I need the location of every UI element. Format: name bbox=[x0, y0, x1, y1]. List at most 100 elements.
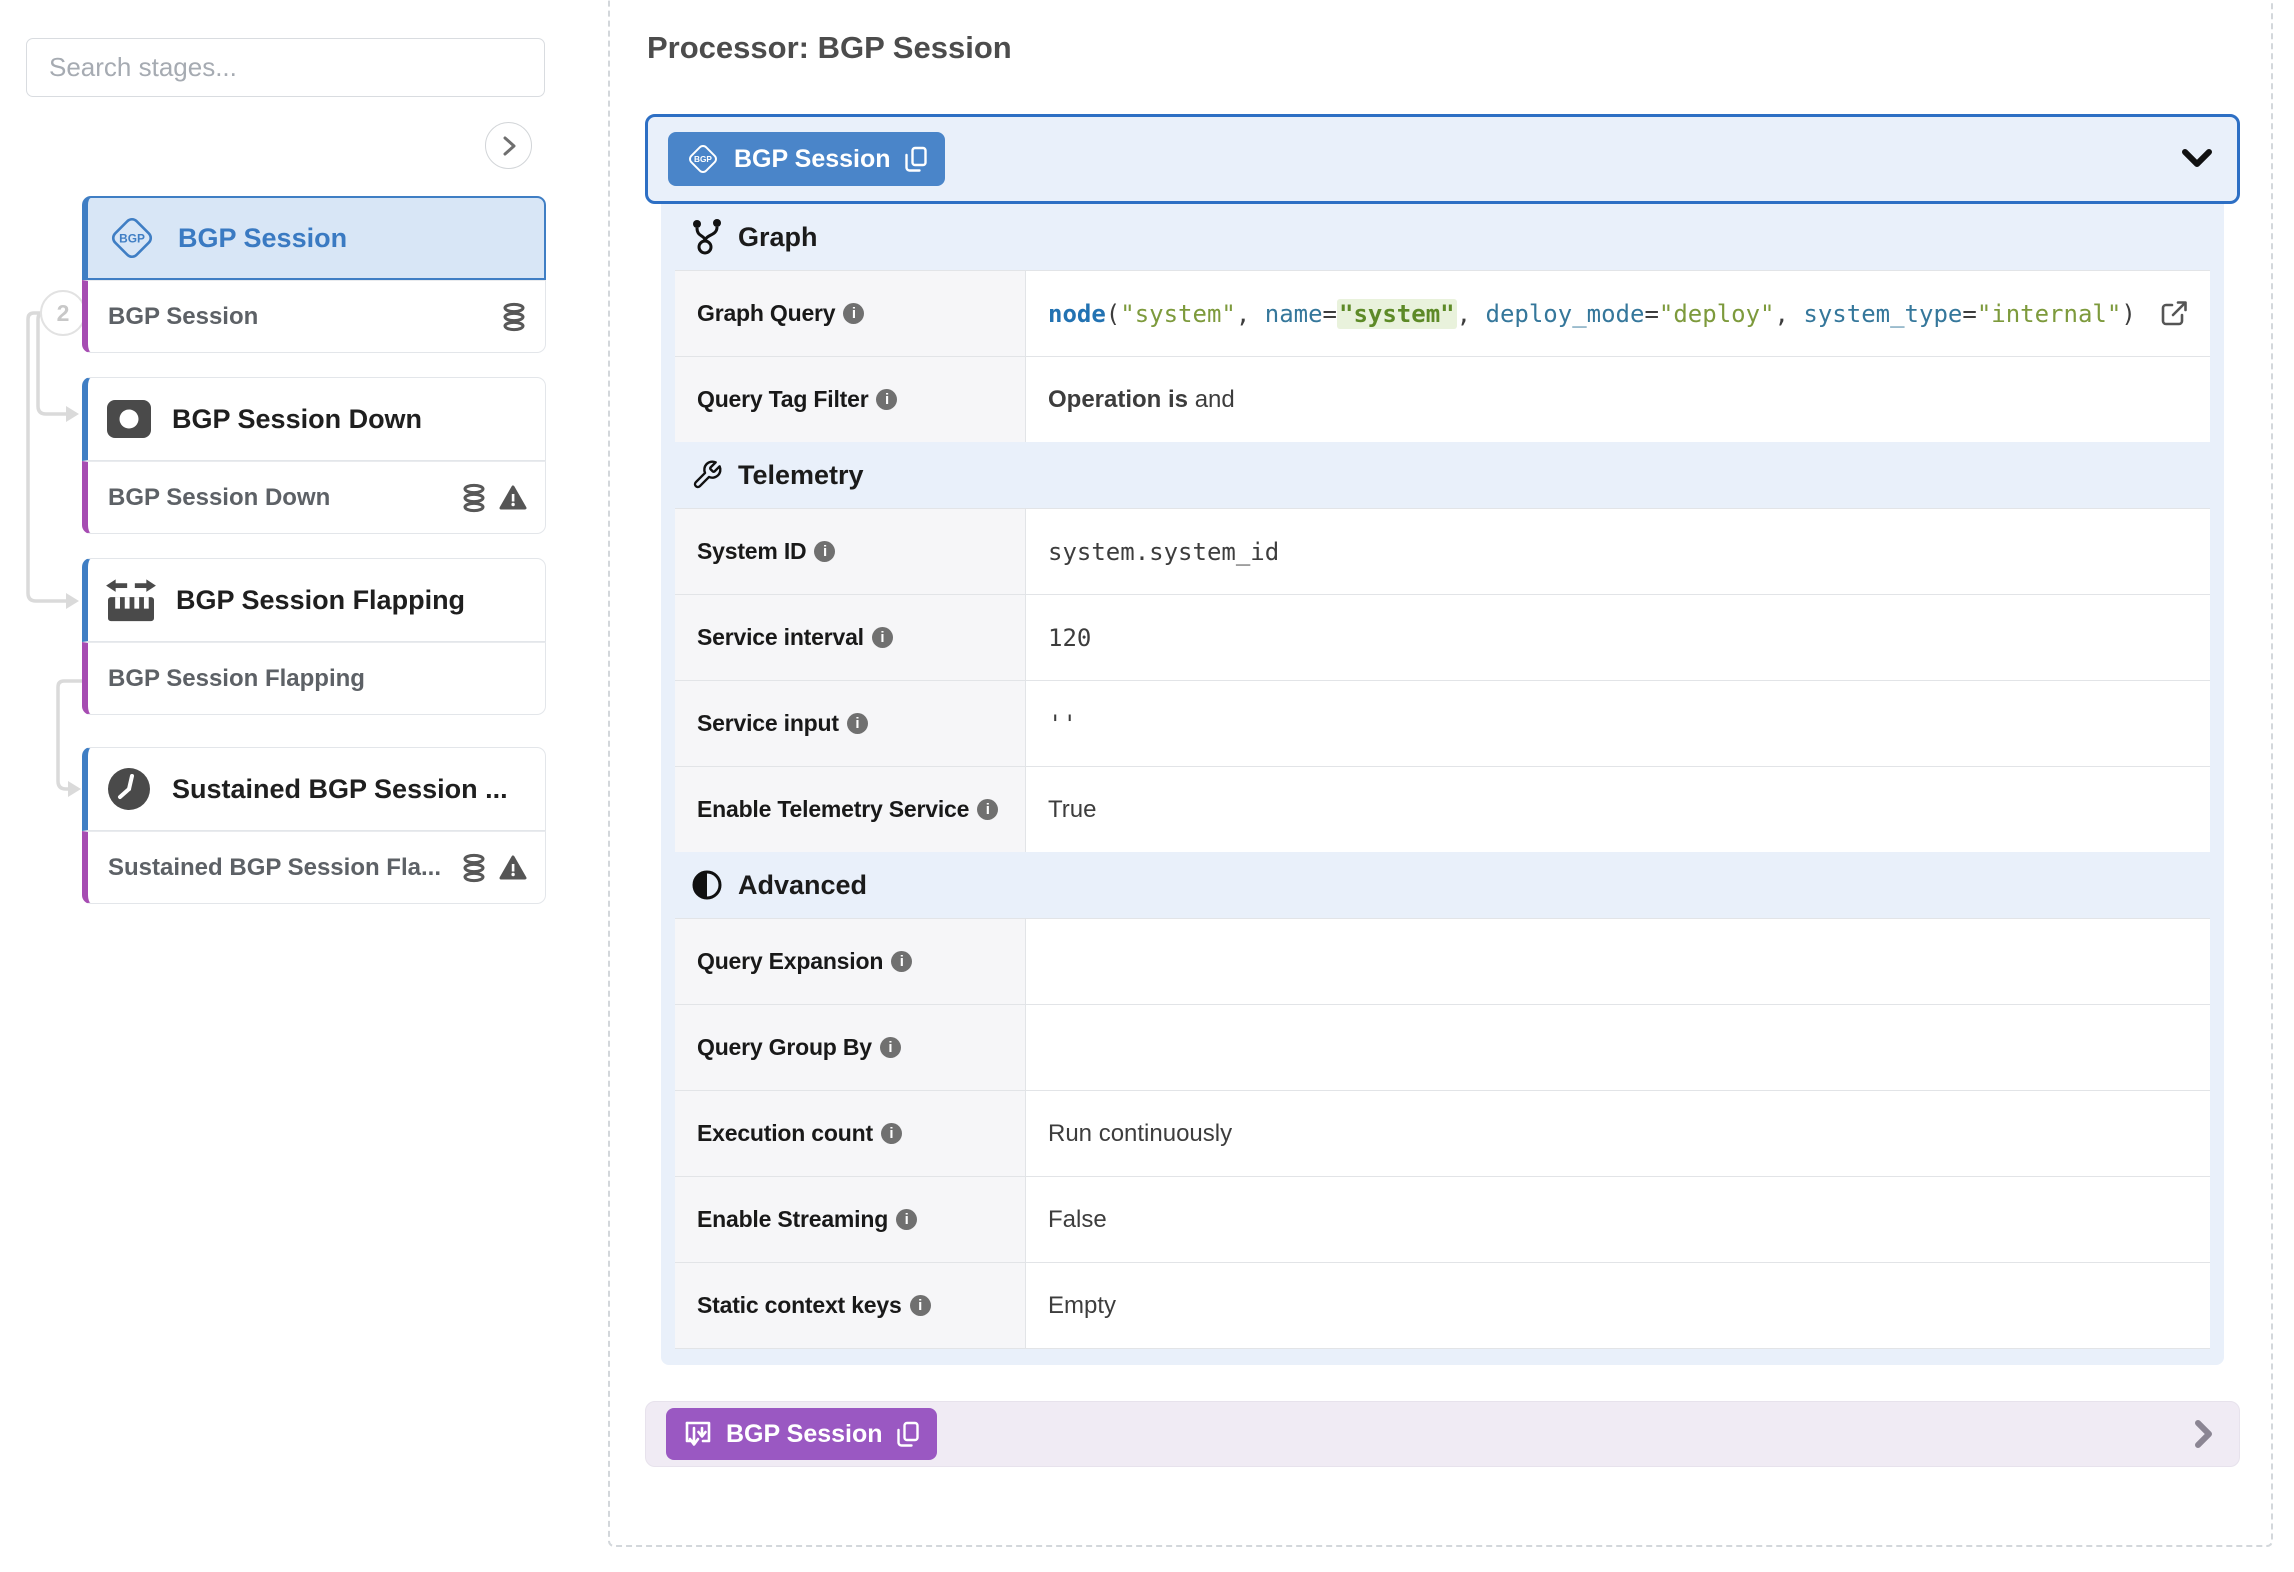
flapping-icon bbox=[106, 577, 156, 623]
stages-sidebar: 2 BGP BGP Session BGP Session bbox=[0, 0, 608, 1572]
bgp-diamond-icon: BGP bbox=[106, 212, 158, 264]
info-icon[interactable] bbox=[896, 1209, 917, 1230]
property-row-service-input: Service input '' bbox=[675, 680, 2210, 766]
property-value: '' bbox=[1026, 681, 2210, 766]
info-icon[interactable] bbox=[814, 541, 835, 562]
property-value bbox=[1026, 919, 2210, 1004]
property-row-system-id: System ID system.system_id bbox=[675, 508, 2210, 594]
property-label: Execution count bbox=[675, 1091, 1026, 1176]
property-label: System ID bbox=[675, 509, 1026, 594]
search-input[interactable] bbox=[26, 38, 545, 97]
stage-group-bgp-session: BGP BGP Session BGP Session bbox=[82, 196, 546, 353]
property-label: Query Group By bbox=[675, 1005, 1026, 1090]
database-icon bbox=[461, 483, 487, 513]
stage-card-sustained-bgp-session[interactable]: Sustained BGP Session ... bbox=[82, 747, 546, 831]
output-chip-label: BGP Session bbox=[726, 1420, 883, 1449]
contrast-icon bbox=[691, 869, 723, 901]
external-link-icon[interactable] bbox=[2160, 300, 2188, 328]
stage-group-sustained-bgp-session: Sustained BGP Session ... Sustained BGP … bbox=[82, 747, 546, 904]
clock-icon bbox=[106, 766, 152, 812]
bgp-diamond-icon: BGP bbox=[685, 141, 721, 177]
stage-title: BGP Session Down bbox=[172, 404, 422, 435]
info-icon[interactable] bbox=[910, 1295, 931, 1316]
info-icon[interactable] bbox=[872, 627, 893, 648]
property-label: Graph Query bbox=[675, 271, 1026, 356]
info-icon[interactable] bbox=[891, 951, 912, 972]
stage-title: Sustained BGP Session ... bbox=[172, 774, 508, 805]
stage-sub-label: BGP Session bbox=[108, 303, 258, 331]
info-icon[interactable] bbox=[881, 1123, 902, 1144]
stage-subrow-bgp-session-flapping[interactable]: BGP Session Flapping bbox=[82, 642, 546, 715]
stage-subrow-sustained-bgp-session[interactable]: Sustained BGP Session Fla... bbox=[82, 831, 546, 904]
collapse-sidebar-button[interactable] bbox=[485, 122, 532, 169]
stage-subrow-bgp-session-down[interactable]: BGP Session Down bbox=[82, 461, 546, 534]
info-icon[interactable] bbox=[880, 1037, 901, 1058]
property-row-enable-telemetry-service: Enable Telemetry Service True bbox=[675, 766, 2210, 852]
stage-sub-label: BGP Session Down bbox=[108, 484, 330, 512]
property-row-graph-query: Graph Query node("system", name="system"… bbox=[675, 270, 2210, 356]
processor-body: Graph Graph Query node("system", name="s… bbox=[661, 204, 2224, 1365]
app-canvas: 2 BGP BGP Session BGP Session bbox=[0, 0, 2294, 1572]
processor-header[interactable]: BGP BGP Session bbox=[645, 114, 2240, 204]
query-tag-filter-value: Operation is and bbox=[1026, 357, 2210, 442]
stage-group-bgp-session-flapping: BGP Session Flapping BGP Session Flappin… bbox=[82, 558, 546, 715]
chevron-right-icon[interactable] bbox=[2193, 1417, 2215, 1451]
info-icon[interactable] bbox=[977, 799, 998, 820]
property-label: Service interval bbox=[675, 595, 1026, 680]
info-icon[interactable] bbox=[876, 389, 897, 410]
section-heading-advanced: Advanced bbox=[675, 852, 2210, 918]
database-icon bbox=[461, 853, 487, 883]
property-value: True bbox=[1026, 767, 2210, 852]
stage-card-bgp-session-flapping[interactable]: BGP Session Flapping bbox=[82, 558, 546, 642]
stage-card-bgp-session[interactable]: BGP BGP Session bbox=[82, 196, 546, 280]
warning-icon bbox=[499, 855, 527, 881]
stage-group-bgp-session-down: BGP Session Down BGP Session Down bbox=[82, 377, 546, 534]
property-label: Enable Telemetry Service bbox=[675, 767, 1026, 852]
stage-title: BGP Session Flapping bbox=[176, 585, 465, 616]
wrench-icon bbox=[691, 459, 723, 491]
graph-icon bbox=[691, 219, 723, 255]
property-row-enable-streaming: Enable Streaming False bbox=[675, 1176, 2210, 1262]
info-icon[interactable] bbox=[843, 303, 864, 324]
property-row-query-expansion: Query Expansion bbox=[675, 918, 2210, 1004]
stage-card-bgp-session-down[interactable]: BGP Session Down bbox=[82, 377, 546, 461]
chevron-right-icon bbox=[499, 134, 519, 158]
property-row-execution-count: Execution count Run continuously bbox=[675, 1090, 2210, 1176]
processor-panel-container: Processor: BGP Session BGP BGP Session bbox=[608, 0, 2273, 1547]
output-row[interactable]: BGP Session bbox=[645, 1401, 2240, 1467]
property-value: Run continuously bbox=[1026, 1091, 2210, 1176]
property-value: system.system_id bbox=[1026, 509, 2210, 594]
property-row-query-group-by: Query Group By bbox=[675, 1004, 2210, 1090]
property-value bbox=[1026, 1005, 2210, 1090]
property-value: False bbox=[1026, 1177, 2210, 1262]
processor-chip-label: BGP Session bbox=[734, 145, 891, 174]
export-icon bbox=[683, 1419, 713, 1449]
property-row-static-context-keys: Static context keys Empty bbox=[675, 1262, 2210, 1349]
section-heading-telemetry: Telemetry bbox=[675, 442, 2210, 508]
property-value: Empty bbox=[1026, 1263, 2210, 1348]
page-title: Processor: BGP Session bbox=[647, 30, 2271, 66]
property-row-query-tag-filter: Query Tag Filter Operation is and bbox=[675, 356, 2210, 442]
property-label: Enable Streaming bbox=[675, 1177, 1026, 1262]
property-value: 120 bbox=[1026, 595, 2210, 680]
property-label: Static context keys bbox=[675, 1263, 1026, 1348]
warning-icon bbox=[499, 485, 527, 511]
database-icon bbox=[501, 302, 527, 332]
stage-title: BGP Session bbox=[178, 223, 347, 254]
svg-text:BGP: BGP bbox=[119, 231, 145, 245]
copy-icon[interactable] bbox=[904, 146, 928, 173]
property-label: Service input bbox=[675, 681, 1026, 766]
processor-chip[interactable]: BGP BGP Session bbox=[668, 132, 945, 186]
chevron-down-icon[interactable] bbox=[2179, 148, 2215, 170]
stage-subrow-bgp-session[interactable]: BGP Session bbox=[82, 280, 546, 353]
stage-sub-label: BGP Session Flapping bbox=[108, 665, 365, 693]
graph-query-value: node("system", name="system", deploy_mod… bbox=[1026, 271, 2210, 356]
copy-icon[interactable] bbox=[896, 1421, 920, 1448]
property-label: Query Expansion bbox=[675, 919, 1026, 1004]
info-icon[interactable] bbox=[847, 713, 868, 734]
stage-sub-label: Sustained BGP Session Fla... bbox=[108, 854, 441, 882]
output-chip[interactable]: BGP Session bbox=[666, 1408, 937, 1460]
property-row-service-interval: Service interval 120 bbox=[675, 594, 2210, 680]
graph-query-code: node("system", name="system", deploy_mod… bbox=[1048, 300, 2136, 328]
record-icon bbox=[106, 399, 152, 439]
